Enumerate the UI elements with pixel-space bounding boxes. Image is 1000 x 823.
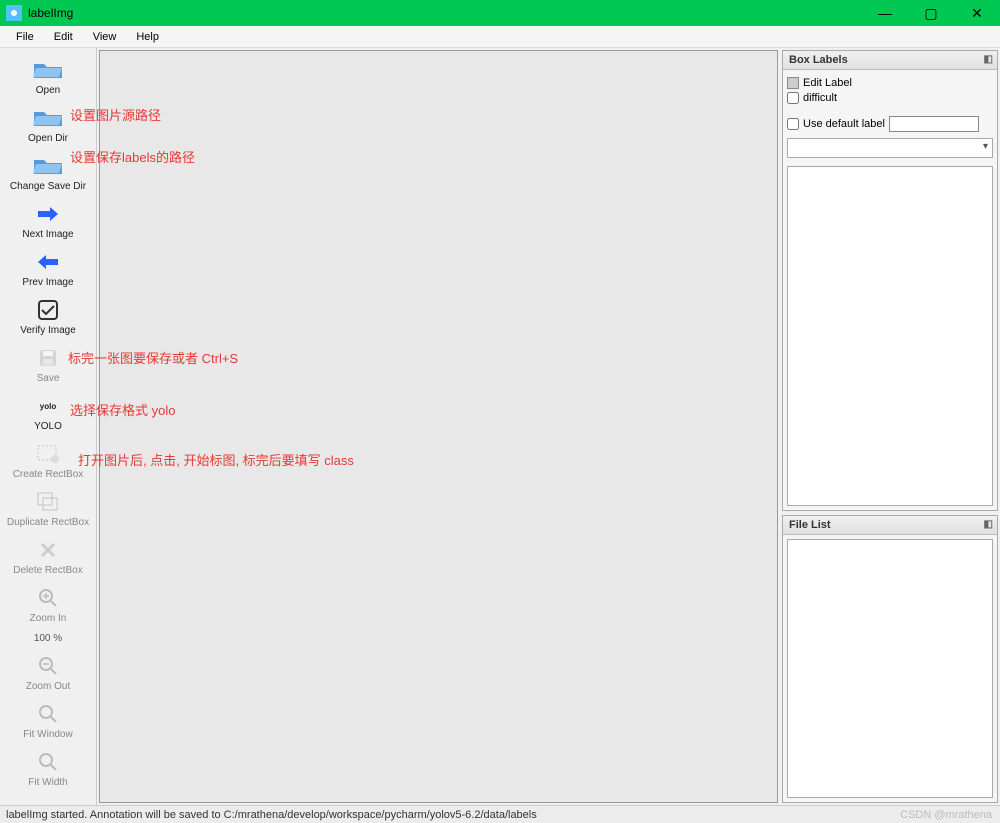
default-label-text: Use default label: [803, 118, 885, 130]
fit-width-button[interactable]: Fit Width: [3, 746, 93, 792]
right-pane: Box Labels ◧ Edit Label difficult Use de…: [780, 48, 1000, 805]
panel-popout-icon[interactable]: ◧: [984, 54, 993, 65]
labels-list[interactable]: [787, 166, 993, 506]
fit-window-icon: [38, 702, 58, 726]
maximize-button[interactable]: ▢: [908, 0, 954, 26]
file-list-header: File List ◧: [783, 516, 997, 535]
difficult-row[interactable]: difficult: [787, 92, 993, 104]
folder-icon: [32, 106, 64, 130]
arrow-left-icon: [36, 250, 60, 274]
format-label: YOLO: [34, 421, 62, 432]
menu-file[interactable]: File: [6, 28, 44, 46]
delete-icon: [39, 538, 57, 562]
format-icon: yolo: [40, 394, 56, 418]
close-button[interactable]: ✕: [954, 0, 1000, 26]
open-button[interactable]: Open: [3, 54, 93, 100]
edit-label-row[interactable]: Edit Label: [787, 77, 993, 89]
annotation-5: 打开图片后, 点击, 开始标图, 标完后要填写 class: [78, 450, 354, 469]
window-controls: — ▢ ✕: [862, 0, 1000, 26]
edit-label-text: Edit Label: [803, 77, 852, 89]
canvas[interactable]: [99, 50, 778, 803]
fit-window-button[interactable]: Fit Window: [3, 698, 93, 744]
menu-view[interactable]: View: [83, 28, 127, 46]
zoom-in-label: Zoom In: [30, 613, 67, 624]
change-save-dir-label: Change Save Dir: [10, 181, 86, 192]
difficult-checkbox[interactable]: [787, 92, 799, 104]
annotation-3: 标完一张图要保存或者 Ctrl+S: [68, 348, 238, 367]
save-label: Save: [37, 373, 60, 384]
verify-image-label: Verify Image: [20, 325, 76, 336]
annotation-1: 设置图片源路径: [70, 105, 161, 124]
watermark: CSDN @mrathena: [900, 809, 992, 821]
panel-popout-icon[interactable]: ◧: [984, 519, 993, 530]
box-labels-title: Box Labels: [789, 54, 848, 66]
open-label: Open: [36, 85, 60, 96]
next-image-label: Next Image: [22, 229, 73, 240]
duplicate-icon: [37, 490, 59, 514]
default-label-row: Use default label: [787, 116, 993, 132]
duplicate-rectbox-label: Duplicate RectBox: [7, 517, 89, 528]
annotation-4: 选择保存格式 yolo: [70, 400, 175, 419]
save-icon: [38, 346, 58, 370]
arrow-right-icon: [36, 202, 60, 226]
open-dir-label: Open Dir: [28, 133, 68, 144]
fit-width-icon: [38, 750, 58, 774]
create-rectbox-label: Create RectBox: [13, 469, 84, 480]
status-bar: labelImg started. Annotation will be sav…: [0, 805, 1000, 823]
check-icon: [38, 298, 58, 322]
verify-image-button[interactable]: Verify Image: [3, 294, 93, 340]
file-list[interactable]: [787, 539, 993, 798]
fit-width-label: Fit Width: [28, 777, 67, 788]
minimize-button[interactable]: —: [862, 0, 908, 26]
file-list-title: File List: [789, 519, 831, 531]
default-label-input[interactable]: [889, 116, 979, 132]
zoom-in-button[interactable]: Zoom In: [3, 582, 93, 628]
app-icon: [6, 5, 22, 21]
menu-edit[interactable]: Edit: [44, 28, 83, 46]
annotation-2: 设置保存labels的路径: [70, 147, 195, 166]
difficult-text: difficult: [803, 92, 837, 104]
rect-create-icon: [37, 442, 59, 466]
default-label-checkbox[interactable]: [787, 118, 799, 130]
delete-rectbox-label: Delete RectBox: [13, 565, 82, 576]
titlebar: labelImg — ▢ ✕: [0, 0, 1000, 26]
folder-save-icon: [32, 154, 64, 178]
zoom-out-label: Zoom Out: [26, 681, 70, 692]
edit-icon: [787, 77, 799, 89]
duplicate-rectbox-button[interactable]: Duplicate RectBox: [3, 486, 93, 532]
label-combo[interactable]: [787, 138, 993, 158]
status-text: labelImg started. Annotation will be sav…: [6, 809, 537, 821]
zoom-percent: 100 %: [34, 633, 62, 644]
window-title: labelImg: [28, 6, 862, 20]
delete-rectbox-button[interactable]: Delete RectBox: [3, 534, 93, 580]
prev-image-button[interactable]: Prev Image: [3, 246, 93, 292]
zoom-out-icon: [38, 654, 58, 678]
folder-open-icon: [32, 58, 64, 82]
next-image-button[interactable]: Next Image: [3, 198, 93, 244]
prev-image-label: Prev Image: [22, 277, 73, 288]
menu-help[interactable]: Help: [126, 28, 169, 46]
zoom-out-button[interactable]: Zoom Out: [3, 650, 93, 696]
box-labels-panel: Box Labels ◧ Edit Label difficult Use de…: [782, 50, 998, 511]
file-list-panel: File List ◧: [782, 515, 998, 803]
box-labels-header: Box Labels ◧: [783, 51, 997, 70]
menubar: File Edit View Help: [0, 26, 1000, 48]
fit-window-label: Fit Window: [23, 729, 72, 740]
zoom-in-icon: [38, 586, 58, 610]
